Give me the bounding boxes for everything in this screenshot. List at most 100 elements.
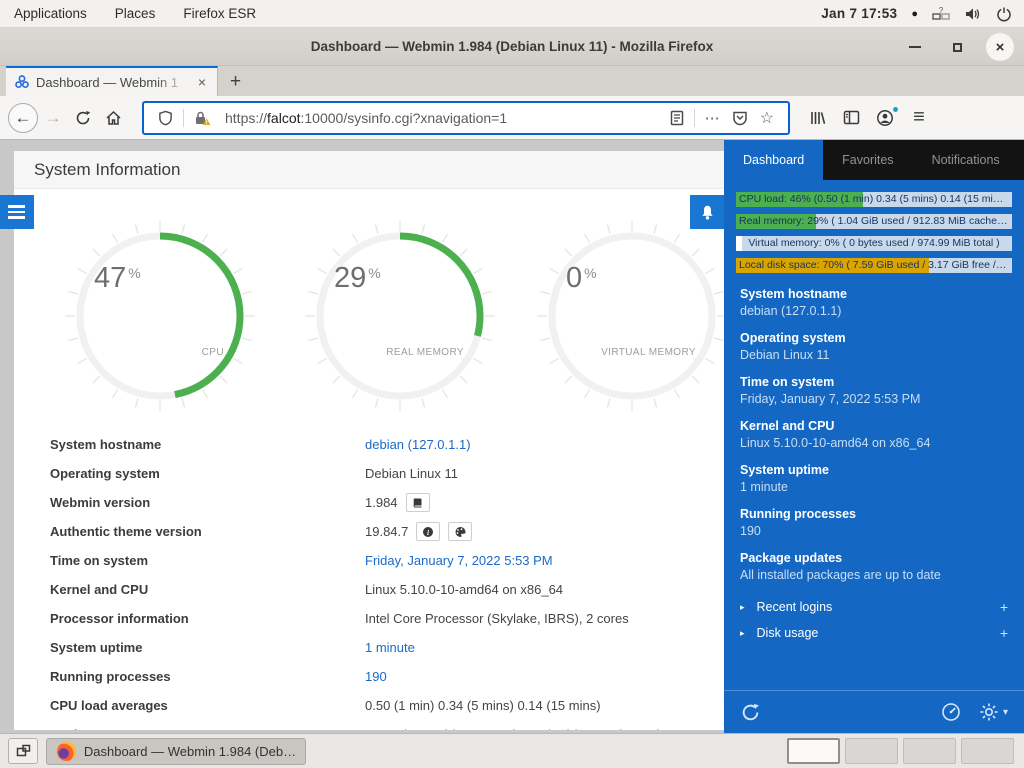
webmin-menu-toggle[interactable] [0,195,34,229]
stat-value: Linux 5.10.0-10-amd64 on x86_64 [740,435,1008,452]
book-button[interactable] [406,493,430,512]
browser-tab[interactable]: Dashboard — Webmin 1 × [6,66,218,96]
taskbar: Dashboard — Webmin 1.984 (Deb… [0,733,1024,768]
workspace-1[interactable] [787,738,840,764]
pocket-icon[interactable] [726,110,754,126]
speedometer-icon[interactable] [941,702,961,722]
plus-icon[interactable]: + [1000,599,1008,615]
expander-recent-logins[interactable]: ▸Recent logins+ [724,594,1024,620]
reader-icon[interactable] [664,110,690,126]
row-label: Time on system [50,553,365,568]
row-value[interactable]: 1 minute [365,640,415,655]
row-label: Processor information [50,611,365,626]
power-icon[interactable] [996,6,1012,22]
sidebar-expanders: ▸Recent logins+▸Disk usage+ [724,594,1024,646]
refresh-icon[interactable] [740,702,761,723]
gnome-top-bar: ApplicationsPlacesFirefox ESR Jan 7 17:5… [0,0,1024,28]
sidebar-toggle-icon[interactable] [836,103,866,133]
system-info-table: System hostnamedebian (127.0.1.1)Operati… [14,430,724,730]
resource-bar: Real memory: 29% ( 1.04 GiB used / 912.8… [736,214,1012,229]
workspace-3[interactable] [903,738,956,764]
webmin-right-sidebar: DashboardFavoritesNotifications CPU load… [724,140,1024,733]
row-value[interactable]: 190 [365,669,387,684]
stat-value: 1 minute [740,479,1008,496]
row-value: Intel Core Processor (Skylake, IBRS), 2 … [365,611,629,626]
palette-icon [454,526,467,538]
show-desktop-icon[interactable] [8,738,38,764]
clock[interactable]: Jan 7 17:53 [821,6,897,21]
page-title: System Information [14,151,724,189]
caret-right-icon: ▸ [740,602,745,613]
url-text[interactable]: https://falcot:10000/sysinfo.cgi?xnaviga… [225,110,664,126]
shield-icon[interactable] [152,110,179,126]
account-icon[interactable] [870,103,900,133]
top-bar-menu-places[interactable]: Places [101,0,170,28]
stat-label: Operating system [740,330,1008,347]
row-value: 0.50 (1 min) 0.34 (5 mins) 0.14 (15 mins… [365,698,601,713]
row-label: Running processes [50,669,365,684]
close-button[interactable]: × [986,33,1014,61]
chevron-down-icon: ▾ [1003,707,1008,718]
system-information-card: System Information 47%CPU29%REAL MEMORY0… [14,151,724,730]
volume-icon[interactable] [964,6,982,22]
resource-bars: CPU load: 46% (0.50 (1 min) 0.34 (5 mins… [736,192,1012,273]
tab-close-icon[interactable]: × [195,74,209,90]
gauge-label: VIRTUAL MEMORY [601,347,696,358]
browser-viewport: System Information 47%CPU29%REAL MEMORY0… [0,140,1024,733]
resource-bar: Virtual memory: 0% ( 0 bytes used / 974.… [736,236,1012,251]
hamburger-icon[interactable]: ≡ [904,103,934,133]
gauge-percent: 0% [566,262,597,295]
stat-label: System hostname [740,286,1008,303]
maximize-button[interactable] [944,34,970,60]
expander-label: Disk usage [757,626,819,640]
minimize-button[interactable] [902,34,928,60]
library-icon[interactable] [802,103,832,133]
sidebar-tabs: DashboardFavoritesNotifications [724,140,1024,180]
sidebar-tab-favorites[interactable]: Favorites [823,140,912,180]
stat-value: 190 [740,523,1008,540]
gauge-virtual-memory: 0% VIRTUAL MEMORY [532,216,724,416]
back-button[interactable]: ← [8,103,38,133]
expander-disk-usage[interactable]: ▸ Disk usage + [724,620,1024,646]
book-icon [412,497,424,509]
plus-icon[interactable]: + [1000,625,1008,641]
workspace-2[interactable] [845,738,898,764]
stat-value: Debian Linux 11 [740,347,1008,364]
window-title: Dashboard — Webmin 1.984 (Debian Linux 1… [311,39,714,54]
info-button[interactable]: i [416,522,440,541]
gauge-percent: 47% [94,262,141,295]
home-button[interactable] [98,103,128,133]
forward-button[interactable]: → [38,103,68,133]
top-bar-menu-firefox-esr[interactable]: Firefox ESR [169,0,270,28]
url-bar[interactable]: ! https://falcot:10000/sysinfo.cgi?xnavi… [142,101,790,135]
webmin-favicon [14,74,30,90]
sidebar-tab-notifications[interactable]: Notifications [913,140,1019,180]
network-icon[interactable]: ? [932,6,950,22]
palette-button[interactable] [448,522,472,541]
row-value[interactable]: Friday, January 7, 2022 5:53 PM [365,553,553,568]
settings-control[interactable]: ▾ [979,702,1008,722]
resource-bar: Local disk space: 70% ( 7.59 GiB used / … [736,258,1012,273]
gear-icon [979,702,999,722]
taskbar-window-button[interactable]: Dashboard — Webmin 1.984 (Deb… [46,738,306,765]
table-row: Running processes190 [14,662,724,691]
reload-button[interactable] [68,103,98,133]
new-tab-button[interactable]: + [218,68,253,96]
record-dot-icon: ● [911,8,918,20]
workspace-4[interactable] [961,738,1014,764]
table-row: Authentic theme version19.84.7i [14,517,724,546]
top-bar-menu-applications[interactable]: Applications [0,0,101,28]
gauge-real-memory: 29%REAL MEMORY [300,216,500,416]
caret-right-icon: ▸ [740,628,745,639]
lock-warning-icon[interactable]: ! [188,110,217,126]
sidebar-tab-dashboard[interactable]: Dashboard [724,140,823,180]
bookmark-star-icon[interactable]: ☆ [754,108,780,128]
svg-text:!: ! [206,120,208,126]
stat-label: Running processes [740,506,1008,523]
bell-icon[interactable] [690,195,724,229]
page-actions-icon[interactable]: ⋯ [699,109,726,127]
stat-label: System uptime [740,462,1008,479]
stat-label: Package updates [740,550,1008,567]
row-value[interactable]: debian (127.0.1.1) [365,437,471,452]
firefox-icon [57,742,76,761]
